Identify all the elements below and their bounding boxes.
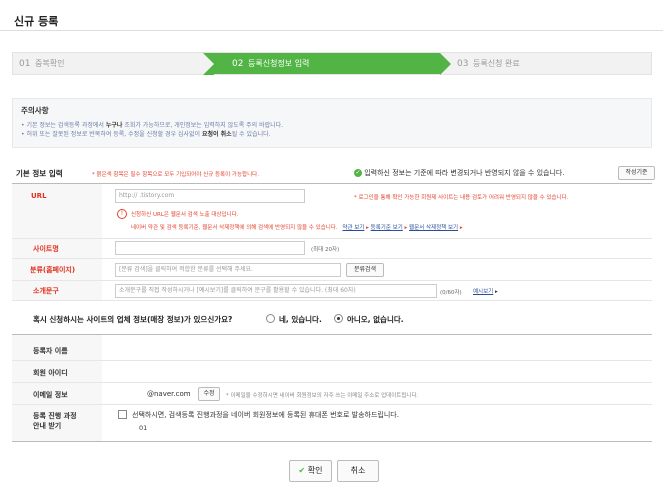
check-icon: ✔ — [298, 466, 306, 475]
step-2-label: 등록신청정보 입력 — [248, 59, 310, 68]
divider — [12, 238, 652, 239]
notice-title: 주의사항 — [21, 106, 49, 115]
divider — [12, 300, 652, 301]
step-3-label: 등록신청 완료 — [473, 59, 520, 68]
check-icon: ✓ — [354, 169, 362, 177]
site-name-input[interactable] — [115, 241, 305, 255]
step-3: 03 등록신청 완료 — [457, 53, 520, 74]
divider — [12, 404, 652, 405]
criteria-button[interactable]: 작성기준 — [618, 166, 655, 180]
cancel-button[interactable]: 취소 — [337, 460, 379, 482]
criteria-link[interactable]: 등록기준 보기 — [371, 225, 403, 231]
divider — [12, 382, 652, 383]
radio-yes[interactable] — [266, 314, 275, 323]
email-edit-button[interactable]: 수정 — [198, 387, 220, 401]
basic-info-title: 기본 정보 입력 — [16, 169, 63, 178]
url-warn-1: 신청하신 URL은 웹문서 검색 노출 대상입니다. — [131, 212, 239, 218]
radio-no[interactable] — [334, 314, 343, 323]
member-id-label: 회원 아이디 — [33, 369, 68, 377]
url-login-note: * 로그인을 통해 확인 가능한 회원제 사이트는 내용 검토가 어려워 반영되… — [354, 195, 569, 201]
phone-value: 01 — [139, 424, 148, 432]
url-input[interactable]: http:// .tistory.com — [115, 189, 305, 203]
warning-icon: ! — [117, 209, 127, 219]
terms-link[interactable]: 약관 보기 — [342, 225, 364, 231]
site-name-hint: (최대 20자) — [311, 247, 340, 253]
step-3-num: 03 — [457, 59, 469, 69]
divider — [12, 360, 652, 361]
email-label: 이메일 정보 — [33, 391, 68, 399]
title-divider — [0, 30, 663, 31]
divider — [12, 334, 652, 335]
intro-label: 소개문구 — [33, 287, 59, 295]
progress-label-1: 등록 진행 과정 — [33, 412, 77, 420]
business-info-question: 혹시 신청하시는 사이트의 업체 정보(매장 정보)가 있으신가요? — [33, 315, 233, 324]
step-2-active: 02 등록신청정보 입력 — [214, 53, 440, 74]
step-separator — [203, 53, 214, 75]
required-note: * 붉은색 항목은 필수 항목으로 모두 기입되어야 신규 등록이 가능합니다. — [92, 172, 259, 178]
divider — [12, 280, 652, 281]
notice-line-1: • 기본 정보는 검색등록 과정에서 누구나 조회가 가능하므로, 개인정보는 … — [21, 122, 284, 129]
email-value: @naver.com — [147, 390, 191, 398]
email-note: * 이메일을 수정하시면 네이버 회원정보의 자주 쓰는 이메일 주소로 업데이… — [226, 393, 419, 399]
site-name-label: 사이트명 — [33, 245, 59, 253]
page-title: 신규 등록 — [14, 15, 59, 28]
step-1-label: 중복확인 — [35, 59, 65, 68]
intro-counter: (0/60자) — [440, 290, 462, 296]
url-warn-2: 네이버 약관 및 검색 등록기준, 웹문서 삭제정책에 의해 검색에 반영되지 … — [131, 225, 463, 231]
step-1-num: 01 — [19, 59, 31, 69]
example-link[interactable]: 예시보기 — [473, 289, 493, 295]
progress-notify-checkbox[interactable] — [118, 410, 127, 419]
url-label-bg — [12, 184, 102, 238]
step-progress-bar: 01 중복확인 02 등록신청정보 입력 03 등록신청 완료 — [12, 52, 652, 75]
radio-yes-label[interactable]: 네, 있습니다. — [279, 314, 322, 325]
progress-notify-text: 선택하시면, 검색등록 진행과정을 네이버 회원정보에 등록된 휴대폰 번호로 … — [132, 411, 399, 419]
info-note: ✓ 입력하신 정보는 기준에 따라 변경되거나 반영되지 않을 수 있습니다. — [354, 169, 565, 177]
category-label: 분류(홈페이지) — [30, 266, 76, 274]
confirm-label: 확인 — [307, 466, 323, 475]
step-1: 01 중복확인 — [19, 53, 64, 74]
example-link-wrap: 예시보기 ▸ — [473, 289, 498, 295]
notice-line-2: • 허위 또는 잘못된 정보로 반복하여 등록, 수정을 신청할 경우 심사없이… — [21, 131, 271, 138]
category-search-button[interactable]: 분류검색 — [346, 263, 384, 277]
intro-input[interactable]: 소개문구를 직접 작성하시거나 [예시보기]를 클릭하여 문구를 활용할 수 있… — [115, 284, 437, 298]
divider — [12, 183, 652, 184]
category-input[interactable]: [분류 검색]을 클릭하여 적합한 분류를 선택해 주세요. — [115, 263, 341, 277]
radio-no-label[interactable]: 아니오, 없습니다. — [347, 314, 404, 325]
progress-label-2: 안내 받기 — [33, 422, 62, 430]
registrant-name-label: 등록자 이름 — [33, 347, 68, 355]
deletion-policy-link[interactable]: 웹문서 삭제정책 보기 — [409, 225, 458, 231]
step-2-num: 02 — [232, 59, 244, 69]
divider — [12, 258, 652, 259]
confirm-button[interactable]: ✔ 확인 — [289, 460, 332, 482]
notice-box: 주의사항 • 기본 정보는 검색등록 과정에서 누구나 조회가 가능하므로, 개… — [12, 98, 652, 148]
url-label: URL — [31, 192, 47, 200]
step-active-arrow — [440, 53, 451, 75]
divider — [12, 441, 652, 442]
